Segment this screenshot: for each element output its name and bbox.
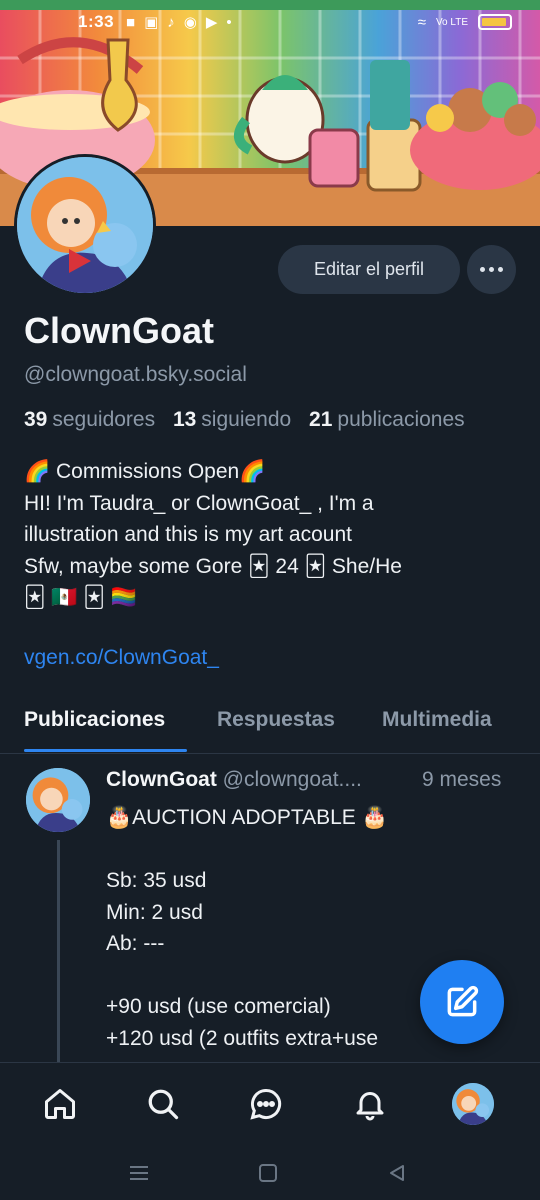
- cake-emoji-icon: 🎂: [361, 806, 388, 829]
- recents-button[interactable]: [124, 1158, 154, 1188]
- following-label: siguiendo: [201, 408, 292, 431]
- discord-icon: ■: [126, 13, 136, 31]
- chat-icon: [250, 1088, 282, 1120]
- home-system-button[interactable]: [253, 1158, 283, 1188]
- compose-icon: [447, 985, 479, 1017]
- post-author-avatar[interactable]: [26, 768, 90, 832]
- battery-icon: [478, 14, 512, 30]
- following-stat[interactable]: 13 siguiendo: [173, 408, 291, 431]
- nav-avatar-illustration: [452, 1083, 494, 1125]
- square-icon: [259, 1164, 277, 1182]
- youtube-icon: ▶: [205, 14, 218, 31]
- more-dot: [498, 267, 503, 272]
- more-dot: [489, 267, 494, 272]
- nav-search[interactable]: [142, 1083, 184, 1125]
- tab-multimedia[interactable]: Multimedia: [382, 708, 492, 732]
- nav-notifications[interactable]: [349, 1083, 391, 1125]
- display-name: ClownGoat: [24, 310, 214, 351]
- search-icon: [148, 1089, 179, 1120]
- active-tab-indicator: [24, 749, 187, 752]
- bio-line: 🌈 Commissions Open🌈: [24, 456, 524, 488]
- nav-home[interactable]: [39, 1083, 81, 1125]
- home-icon: [45, 1089, 75, 1119]
- profile-stats: 39 seguidores 13 siguiendo 21 publicaciones: [24, 408, 465, 432]
- app-icon: ◉: [183, 14, 197, 31]
- bio-line: 🃏 🇲🇽 🃏 🏳️‍🌈: [24, 582, 524, 614]
- tiktok-icon: ♪: [167, 13, 175, 31]
- dot-icon: •: [226, 13, 232, 31]
- nav-chat[interactable]: [245, 1083, 287, 1125]
- status-bar: 1:33 ■ ▣ ♪ ◉ ▶ • ≈ Vo LTE: [0, 0, 540, 44]
- joker-card-emoji-icon: 🃏: [248, 554, 270, 578]
- instagram-icon: ▣: [144, 14, 159, 31]
- more-dot: [480, 267, 485, 272]
- bell-icon: [356, 1092, 384, 1121]
- followers-stat[interactable]: 39 seguidores: [24, 408, 155, 431]
- profile-link[interactable]: vgen.co/ClownGoat_: [24, 646, 219, 670]
- post-timestamp[interactable]: 9 meses: [422, 768, 501, 792]
- followers-count: 39: [24, 408, 48, 431]
- joker-card-emoji-icon: 🃏: [83, 586, 105, 609]
- post-author-name[interactable]: ClownGoat: [106, 768, 217, 791]
- bio-text: 24: [269, 554, 305, 578]
- post-title-line: 🎂AUCTION ADOPTABLE 🎂: [106, 802, 526, 834]
- network-label: Vo LTE: [435, 16, 468, 28]
- post-title: AUCTION ADOPTABLE: [132, 806, 362, 829]
- post-avatar-illustration: [26, 768, 90, 832]
- edit-profile-button[interactable]: Editar el perfil: [278, 245, 460, 294]
- profile-avatar[interactable]: [14, 154, 156, 296]
- posts-count: 21: [309, 408, 333, 431]
- rainbow-emoji-icon: 🌈: [24, 460, 51, 483]
- bio-line: HI! I'm Taudra_ or ClownGoat_ , I'm a: [24, 491, 374, 515]
- bio-text: Commissions Open: [50, 460, 240, 483]
- menu-icon: [130, 1166, 148, 1180]
- compose-post-button[interactable]: [420, 960, 504, 1044]
- bio-line: Sfw, maybe some Gore 🃏 24 🃏 She/He: [24, 551, 524, 583]
- bottom-navigation: [0, 1062, 540, 1148]
- avatar-illustration: [17, 157, 153, 293]
- post-header: ClownGoat @clowngoat....: [106, 768, 362, 792]
- nav-profile-avatar[interactable]: [452, 1083, 494, 1125]
- tab-publicaciones[interactable]: Publicaciones: [24, 708, 165, 732]
- tab-respuestas[interactable]: Respuestas: [217, 708, 335, 732]
- post-line: [106, 834, 526, 866]
- cake-emoji-icon: 🎂: [106, 806, 133, 829]
- profile-bio: 🌈 Commissions Open🌈 HI! I'm Taudra_ or C…: [24, 456, 524, 614]
- bio-line: illustration and this is my art acount: [24, 523, 352, 546]
- rainbow-flag-emoji-icon: 🏳️‍🌈: [110, 586, 137, 609]
- joker-card-emoji-icon: 🃏: [304, 554, 327, 578]
- rainbow-emoji-icon: 🌈: [239, 460, 266, 483]
- post-line: Sb: 35 usd: [106, 869, 207, 892]
- posts-stat: 21 publicaciones: [309, 408, 465, 431]
- wifi-icon: ≈: [417, 13, 426, 31]
- following-count: 13: [172, 408, 197, 431]
- status-right: ≈ Vo LTE: [418, 14, 512, 31]
- profile-handle: @clowngoat.bsky.social: [24, 363, 247, 386]
- post-line: Ab: ---: [106, 932, 165, 955]
- mexico-flag-emoji-icon: 🇲🇽: [51, 586, 78, 609]
- back-system-button[interactable]: [382, 1158, 412, 1188]
- posts-label: publicaciones: [337, 408, 465, 431]
- back-triangle-icon: [390, 1165, 404, 1181]
- bio-text: She/He: [326, 554, 402, 578]
- post-line: Min: 2 usd: [106, 900, 203, 924]
- notification-icons: ■ ▣ ♪ ◉ ▶ •: [126, 13, 232, 32]
- joker-card-emoji-icon: 🃏: [24, 586, 46, 609]
- system-navigation-bar: [0, 1148, 540, 1200]
- bio-text: Sfw, maybe some Gore: [24, 554, 249, 578]
- profile-tabs: Publicaciones Respuestas Multimedia: [0, 688, 540, 754]
- more-options-button[interactable]: [467, 245, 516, 294]
- status-time: 1:33: [78, 12, 115, 31]
- post-author-handle[interactable]: @clowngoat....: [223, 768, 362, 791]
- thread-line: [57, 840, 60, 1062]
- followers-label: seguidores: [52, 408, 156, 431]
